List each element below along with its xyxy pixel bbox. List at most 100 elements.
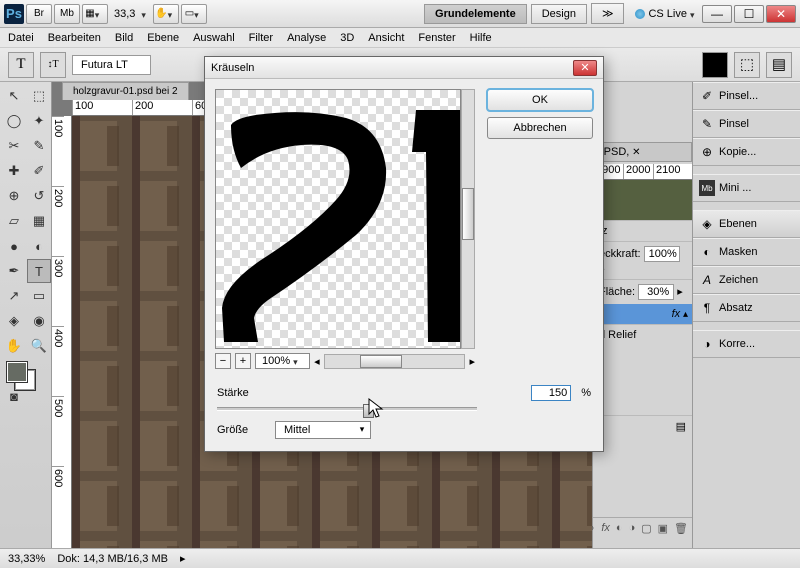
- panel-absatz[interactable]: ¶Absatz: [693, 294, 800, 322]
- ruler-horizontal-2: 190020002100: [593, 164, 692, 180]
- effect-row[interactable]: d Relief: [593, 324, 692, 345]
- adjust-icon[interactable]: ◑: [629, 522, 636, 535]
- zoom-in-button[interactable]: +: [235, 353, 251, 369]
- menu-3d[interactable]: 3D: [340, 32, 354, 44]
- cslive-icon: [635, 9, 645, 19]
- color-swatch[interactable]: [702, 52, 728, 78]
- tool-indicator[interactable]: T: [8, 52, 34, 78]
- menu-hilfe[interactable]: Hilfe: [470, 32, 492, 44]
- preview-zoom[interactable]: 100%: [255, 353, 310, 369]
- path-tool-icon[interactable]: ↗: [2, 284, 26, 308]
- view-grid-icon[interactable]: ▦: [82, 4, 108, 24]
- panel-menu-icon[interactable]: ▤: [593, 415, 692, 437]
- dialog-titlebar[interactable]: Kräuseln ✕: [205, 57, 603, 79]
- panel-korrekturen[interactable]: ◑Korre...: [693, 330, 800, 358]
- stamp-tool-icon[interactable]: ⊕: [2, 184, 26, 208]
- cancel-button[interactable]: Abbrechen: [487, 117, 593, 139]
- history-brush-icon[interactable]: ↺: [27, 184, 51, 208]
- eyedropper-tool-icon[interactable]: ✎: [27, 134, 51, 158]
- panel-icon[interactable]: ▤: [766, 52, 792, 78]
- status-zoom[interactable]: 33,33%: [8, 553, 45, 565]
- close-button[interactable]: ✕: [766, 5, 796, 23]
- document-tab-2[interactable]: (PSD, ✕: [593, 142, 692, 162]
- strength-input[interactable]: [531, 385, 571, 401]
- pen-tool-icon[interactable]: ✒: [2, 259, 26, 283]
- hand-tool-icon[interactable]: ✋: [2, 334, 26, 358]
- workspace-tab-grundelemente[interactable]: Grundelemente: [424, 4, 527, 24]
- menu-datei[interactable]: Datei: [8, 32, 34, 44]
- scroll-left-icon[interactable]: ◂: [314, 355, 320, 368]
- blend-row: tz: [593, 220, 692, 241]
- mask-icon[interactable]: ◐: [616, 522, 623, 535]
- minimize-button[interactable]: —: [702, 5, 732, 23]
- preview-scroll-h[interactable]: [324, 354, 466, 369]
- heal-tool-icon[interactable]: ✚: [2, 159, 26, 183]
- dodge-tool-icon[interactable]: ◐: [27, 234, 51, 258]
- strength-slider[interactable]: [217, 407, 477, 411]
- gradient-tool-icon[interactable]: ▦: [27, 209, 51, 233]
- dialog-close-button[interactable]: ✕: [573, 60, 597, 76]
- character-icon: A: [699, 272, 715, 288]
- document-tab[interactable]: holzgravur-01.psd bei 2: [62, 82, 189, 100]
- crop-tool-icon[interactable]: ✂: [2, 134, 26, 158]
- panel-zeichen[interactable]: AZeichen: [693, 266, 800, 294]
- new-icon[interactable]: ▣: [658, 522, 668, 535]
- fx-icon[interactable]: fx: [601, 522, 610, 535]
- orientation-icon[interactable]: ↕T: [40, 52, 66, 78]
- menu-fenster[interactable]: Fenster: [418, 32, 455, 44]
- menu-auswahl[interactable]: Auswahl: [193, 32, 235, 44]
- status-bar: 33,33% Dok: 14,3 MB/16,3 MB ▸: [0, 548, 800, 568]
- trash-icon[interactable]: 🗑: [674, 522, 688, 535]
- layer-row[interactable]: fx ▴: [593, 304, 692, 324]
- menu-analyse[interactable]: Analyse: [287, 32, 326, 44]
- zoom-percent[interactable]: 33,3: [114, 8, 135, 20]
- cslive-button[interactable]: CS Live: [635, 8, 700, 20]
- fill-field[interactable]: 30%: [638, 284, 674, 300]
- panel-pinsel-presets[interactable]: ✐Pinsel...: [693, 82, 800, 110]
- move-tool-icon[interactable]: ↖: [2, 84, 26, 108]
- brush-tool-icon[interactable]: ✐: [27, 159, 51, 183]
- scroll-right-icon[interactable]: ▸: [469, 355, 475, 368]
- menu-ansicht[interactable]: Ansicht: [368, 32, 404, 44]
- marquee-tool-icon[interactable]: ⬚: [27, 84, 51, 108]
- hand-tool-icon[interactable]: ✋: [153, 4, 179, 24]
- maximize-button[interactable]: ☐: [734, 5, 764, 23]
- wand-tool-icon[interactable]: ✦: [27, 109, 51, 133]
- font-family-select[interactable]: Futura LT: [72, 55, 151, 75]
- workspace-tab-design[interactable]: Design: [531, 4, 587, 24]
- ok-button[interactable]: OK: [487, 89, 593, 111]
- zoom-dropdown-icon[interactable]: [141, 9, 151, 19]
- panel-kopie[interactable]: ⊕Kopie...: [693, 138, 800, 166]
- shape-tool-icon[interactable]: ▭: [27, 284, 51, 308]
- eraser-tool-icon[interactable]: ▱: [2, 209, 26, 233]
- menu-bild[interactable]: Bild: [115, 32, 133, 44]
- menu-ebene[interactable]: Ebene: [147, 32, 179, 44]
- lasso-tool-icon[interactable]: ◯: [2, 109, 26, 133]
- size-select[interactable]: Mittel: [275, 421, 371, 439]
- zoom-tool-icon[interactable]: 🔍: [27, 334, 51, 358]
- 3d-cam-icon[interactable]: ◉: [27, 309, 51, 333]
- preview-scroll-v[interactable]: [461, 89, 475, 349]
- menu-filter[interactable]: Filter: [249, 32, 273, 44]
- workspace-more-icon[interactable]: ≫: [591, 3, 625, 24]
- screen-mode-icon[interactable]: ▭: [181, 4, 207, 24]
- zoom-drop-icon: [293, 356, 303, 366]
- bridge-icon[interactable]: Br: [26, 4, 52, 24]
- mb-icon[interactable]: Mb: [54, 4, 80, 24]
- menu-bearbeiten[interactable]: Bearbeiten: [48, 32, 101, 44]
- 3d-tool-icon[interactable]: ◈: [2, 309, 26, 333]
- folder-icon[interactable]: ▢: [641, 522, 651, 535]
- opacity-field[interactable]: 100%: [644, 246, 680, 262]
- blur-tool-icon[interactable]: ●: [2, 234, 26, 258]
- preview-box[interactable]: [215, 89, 461, 349]
- panel-pinsel[interactable]: ✎Pinsel: [693, 110, 800, 138]
- panel-masken[interactable]: ◐Masken: [693, 238, 800, 266]
- zoom-out-button[interactable]: −: [215, 353, 231, 369]
- panel-mini[interactable]: MbMini ...: [693, 174, 800, 202]
- status-doksize[interactable]: Dok: 14,3 MB/16,3 MB: [57, 553, 168, 565]
- type-tool-icon[interactable]: T: [27, 259, 51, 283]
- 3d-icon[interactable]: ⬚: [734, 52, 760, 78]
- panel-ebenen[interactable]: ◈Ebenen: [693, 210, 800, 238]
- status-arrow-icon[interactable]: ▸: [180, 552, 186, 565]
- color-swatches[interactable]: [2, 359, 51, 393]
